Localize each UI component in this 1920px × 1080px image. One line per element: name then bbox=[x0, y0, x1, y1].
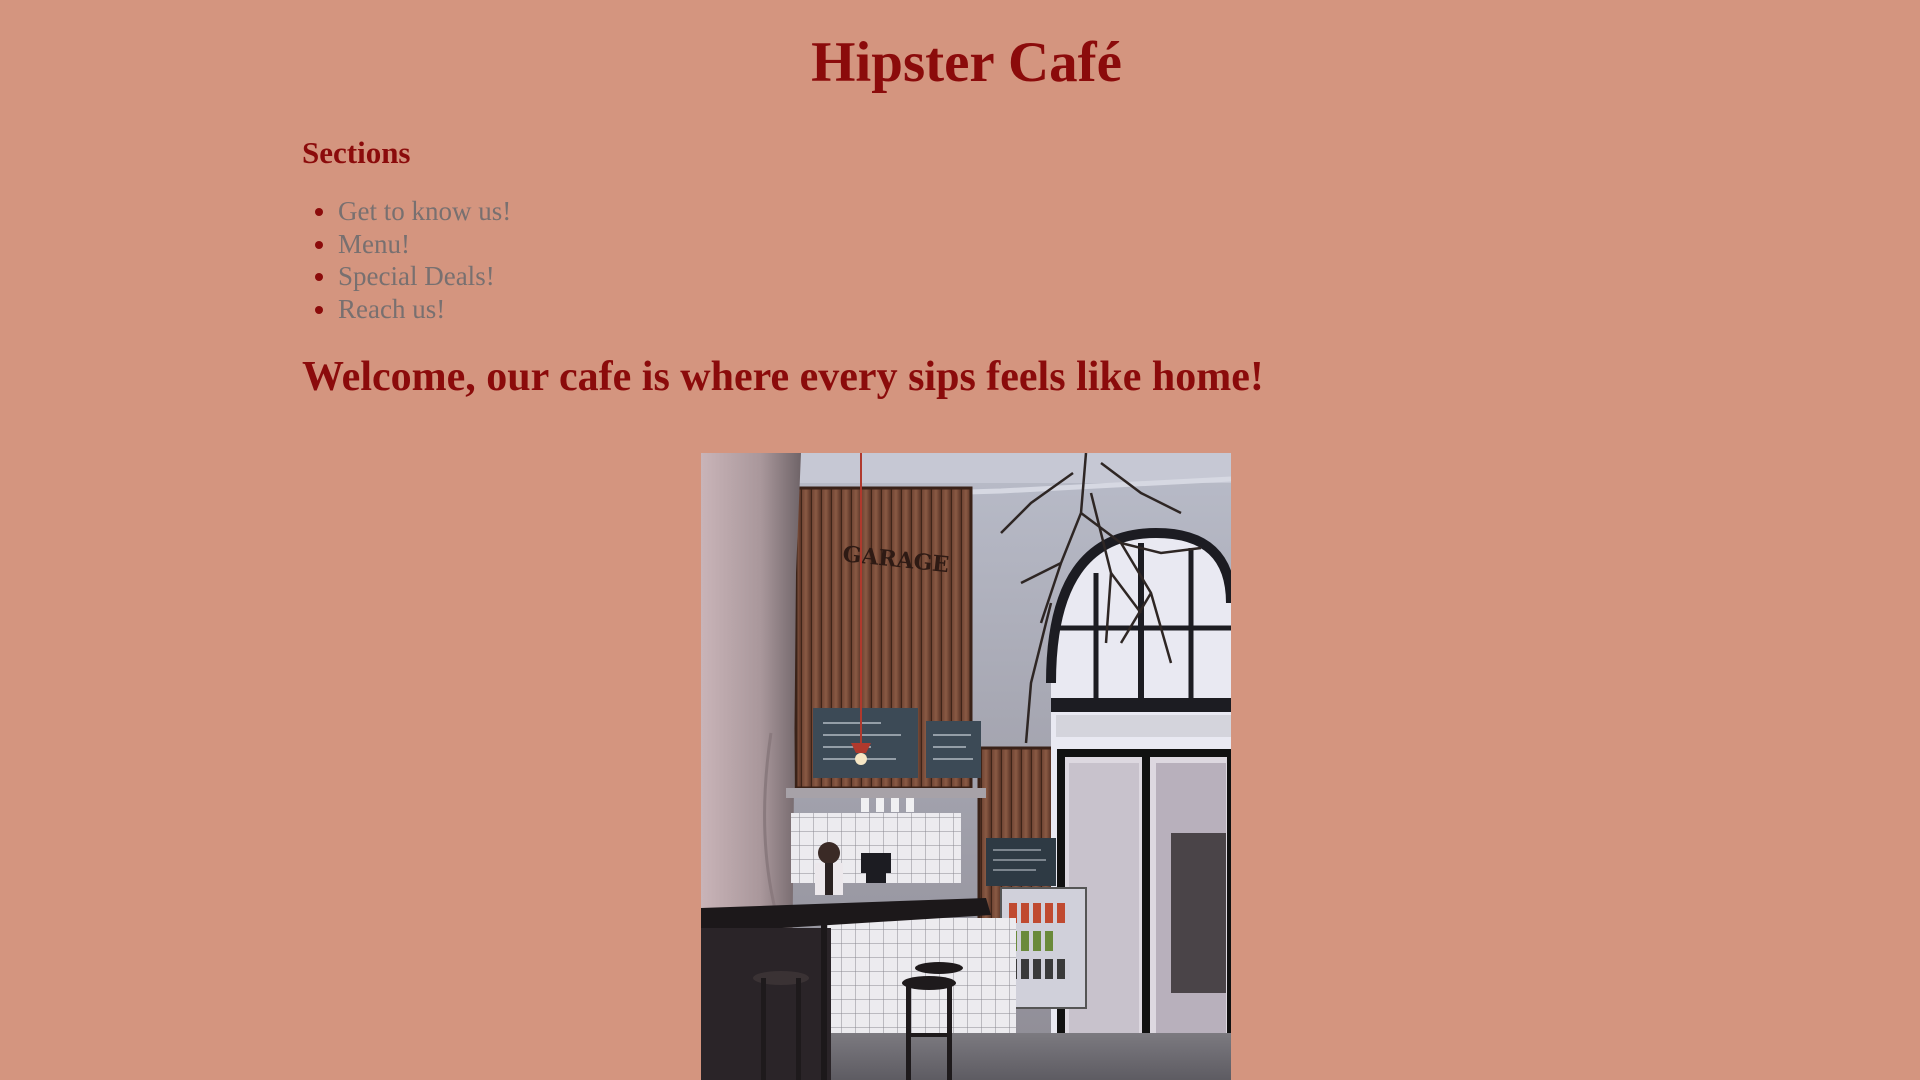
nav-item-reach-us: Reach us! bbox=[338, 293, 1602, 326]
nav-link-get-to-know-us[interactable]: Get to know us! bbox=[338, 196, 511, 226]
nav-link-reach-us[interactable]: Reach us! bbox=[338, 294, 445, 324]
sections-heading: Sections bbox=[302, 135, 411, 170]
nav-item-get-to-know-us: Get to know us! bbox=[338, 195, 1602, 228]
welcome-heading: Welcome, our cafe is where every sips fe… bbox=[302, 354, 1264, 400]
site-title: Hipster Café bbox=[811, 31, 1122, 94]
sections-nav-list: Get to know us! Menu! Special Deals! Rea… bbox=[302, 195, 1602, 325]
nav-item-special-deals: Special Deals! bbox=[338, 260, 1602, 293]
page: Hipster Café Sections Get to know us! Me… bbox=[0, 0, 1920, 1080]
nav-link-menu[interactable]: Menu! bbox=[338, 229, 410, 259]
nav-link-special-deals[interactable]: Special Deals! bbox=[338, 261, 495, 291]
main-content: Sections Get to know us! Menu! Special D… bbox=[302, 128, 1602, 407]
cafe-interior-illustration: GARAGE bbox=[701, 453, 1231, 1080]
nav-item-menu: Menu! bbox=[338, 228, 1602, 261]
cafe-interior-photo: GARAGE bbox=[701, 453, 1231, 1080]
